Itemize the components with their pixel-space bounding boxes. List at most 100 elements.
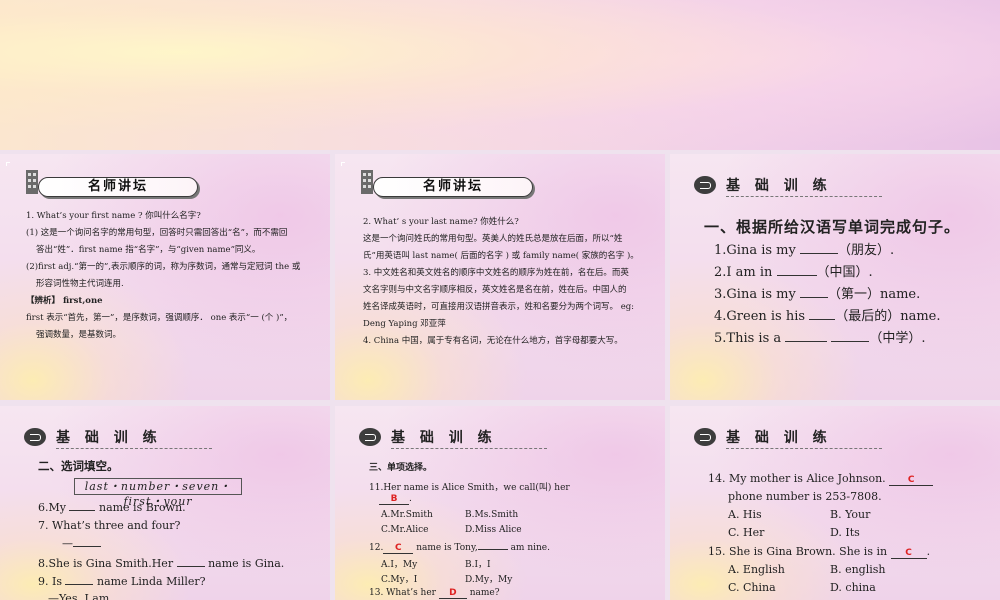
option-d: D.My，My	[465, 575, 513, 585]
section-title: 二、选词填空。	[38, 459, 119, 473]
question-item: 5.This is a （中学）.	[714, 328, 940, 350]
option-d: D. Its	[830, 526, 860, 539]
header-label: 基 础 训 练	[391, 430, 497, 446]
option-d: D.Miss Alice	[465, 525, 522, 535]
answer-mark: D	[438, 588, 467, 599]
question-list: 1.Gina is my （朋友）. 2.I am in （中国）. 3.Gin…	[714, 240, 940, 350]
header-divider	[726, 196, 882, 197]
header-label: 名师讲坛	[373, 177, 533, 197]
header-divider	[56, 448, 212, 449]
question-text: 9. Is	[38, 575, 66, 588]
text-line: 姓名译成英语时，可直接用汉语拼音表示，姓和名要分为两个词写。 eg:	[363, 302, 635, 312]
header-label: 基 础 训 练	[726, 430, 832, 446]
question-item: —Yes, I am.	[48, 592, 113, 600]
option-c: C.Mr.Alice	[381, 525, 429, 535]
question-text: name is Brown.	[95, 501, 186, 514]
option-c: C. China	[728, 581, 776, 594]
text-line: Deng Yaping 邓亚萍	[363, 319, 446, 329]
question-text: 6.My	[38, 501, 70, 514]
question-text: 2.I am in	[714, 265, 777, 280]
question-text: 15. She is Gina Brown. She is in	[708, 545, 891, 558]
text-line: 【辨析】 first,one	[26, 296, 103, 306]
answer-mark: C	[889, 475, 934, 486]
answer-blank[interactable]	[809, 306, 836, 320]
answer-blank[interactable]	[785, 328, 828, 342]
question-text: 3.Gina is my	[714, 287, 800, 302]
answer-blank[interactable]	[69, 500, 96, 511]
text-line: 氏”用英语叫 last name( 后面的名字 ) 或 family name(…	[363, 251, 639, 261]
slide-body: 1. What’s your first name ? 你叫什么名字? (1) …	[26, 208, 316, 344]
option-c: C. Her	[728, 526, 765, 539]
answer-mark: B	[379, 494, 409, 505]
option-a: A.Mr.Smith	[381, 510, 433, 520]
slide-thumbnail-2[interactable]: 名师讲坛 2. What’ s your last name? 你姓什么? 这是…	[335, 154, 665, 400]
question-hint: （中学）.	[869, 331, 926, 346]
answer-blank[interactable]	[176, 556, 205, 567]
answer-blank[interactable]	[776, 262, 817, 276]
corner-mark	[6, 162, 10, 166]
slide-thumbnail-5[interactable]: 基 础 训 练 三、单项选择。 11.Her name is Alice Smi…	[335, 406, 665, 600]
slide-thumbnail-3[interactable]: 基 础 训 练 一、根据所给汉语写单词完成句子。 1.Gina is my （朋…	[670, 154, 1000, 400]
question-item: 14. My mother is Alice Johnson. C	[708, 472, 934, 486]
question-item: 2.I am in （中国）.	[714, 262, 940, 284]
option-c: C.My，I	[381, 575, 418, 585]
option-a: A.I，My	[381, 560, 418, 570]
question-text: 7. What’s three and four?	[38, 519, 181, 532]
question-text: 4.Green is his	[714, 309, 810, 324]
question-hint: （朋友）.	[837, 243, 895, 258]
answer-blank[interactable]	[65, 574, 94, 585]
option-a: A. His	[728, 508, 762, 521]
question-item: —	[62, 536, 101, 550]
question-item: 6.My name is Brown.	[38, 500, 186, 514]
question-item: 8.She is Gina Smith.Her name is Gina.	[38, 556, 284, 570]
text-line: 4. China 中国，属于专有名词，无论在什么地方，首字母都要大写。	[363, 336, 623, 346]
header-divider	[726, 448, 882, 449]
toggle-icon	[694, 176, 716, 194]
answer-blank[interactable]	[73, 536, 101, 547]
question-item: 9. Is name Linda Miller?	[38, 574, 206, 588]
answer-mark: C	[890, 548, 927, 559]
question-text: 5.This is a	[714, 331, 786, 346]
text-line: 答出“姓”．first name 指“名字”，与“given name”同义。	[36, 245, 261, 255]
header-label: 基 础 训 练	[726, 178, 832, 194]
question-text: 14. My mother is Alice Johnson.	[708, 472, 886, 485]
answer-blank[interactable]	[799, 284, 828, 298]
question-text: 12.	[369, 543, 384, 553]
answer-blank[interactable]	[477, 541, 508, 550]
slide-body: 2. What’ s your last name? 你姓什么? 这是一个询问姓…	[363, 214, 651, 350]
text-line: (2)first adj.“第一的”,表示顺序的词，称为序数词，通常与定冠词 t…	[26, 262, 301, 272]
answer-blank[interactable]	[831, 328, 870, 342]
text-line: 2. What’ s your last name? 你姓什么?	[363, 217, 519, 227]
answer-mark: C	[383, 543, 414, 554]
question-hint: （第一）name.	[827, 287, 921, 302]
question-text: 8.She is Gina Smith.Her	[38, 557, 177, 570]
question-text: name Linda Miller?	[93, 575, 206, 588]
option-d: D. china	[830, 581, 876, 594]
text-line: first 表示“首先，第一”，是序数词，强调顺序． one 表示“一 (个 )…	[26, 313, 293, 323]
question-text: 13. What’s her	[369, 588, 439, 598]
question-text: —Yes, I am.	[48, 592, 113, 600]
question-item: 3.Gina is my （第一）name.	[714, 284, 940, 306]
text-line: 这是一个询问姓氏的常用句型。英美人的姓氏总是放在后面，所以“姓	[363, 234, 623, 244]
question-item: 1.Gina is my （朋友）.	[714, 240, 940, 262]
corner-mark	[341, 162, 345, 166]
text-line: 强调数量，是基数词。	[36, 330, 122, 340]
slide-thumbnail-1[interactable]: 名师讲坛 1. What’s your first name ? 你叫什么名字?…	[0, 154, 330, 400]
question-text: name is Tony,	[413, 543, 478, 553]
section-title: 三、单项选择。	[369, 463, 433, 473]
slide-thumbnail-6[interactable]: 基 础 训 练 14. My mother is Alice Johnson. …	[670, 406, 1000, 600]
toggle-icon	[694, 428, 716, 446]
answer-blank[interactable]	[799, 240, 838, 254]
option-b: B.Ms.Smith	[465, 510, 519, 520]
option-b: B. Your	[830, 508, 871, 521]
text-line: 3. 中文姓名和英文姓名的顺序中文姓名的顺序为姓在前，名在后。而英	[363, 268, 629, 278]
question-text: name is Gina.	[204, 557, 285, 570]
option-b: B. english	[830, 563, 886, 576]
header-label: 名师讲坛	[38, 177, 198, 197]
question-item: 12. C name is Tony, am nine.	[369, 541, 550, 554]
top-banner	[0, 0, 1000, 150]
question-text: am nine.	[507, 543, 550, 553]
question-item: 13. What’s her D name?	[369, 588, 500, 599]
slide-thumbnail-4[interactable]: 基 础 训 练 二、选词填空。 last・number・seven・first・…	[0, 406, 330, 600]
text-line: 形容词性物主代词连用.	[36, 279, 124, 289]
